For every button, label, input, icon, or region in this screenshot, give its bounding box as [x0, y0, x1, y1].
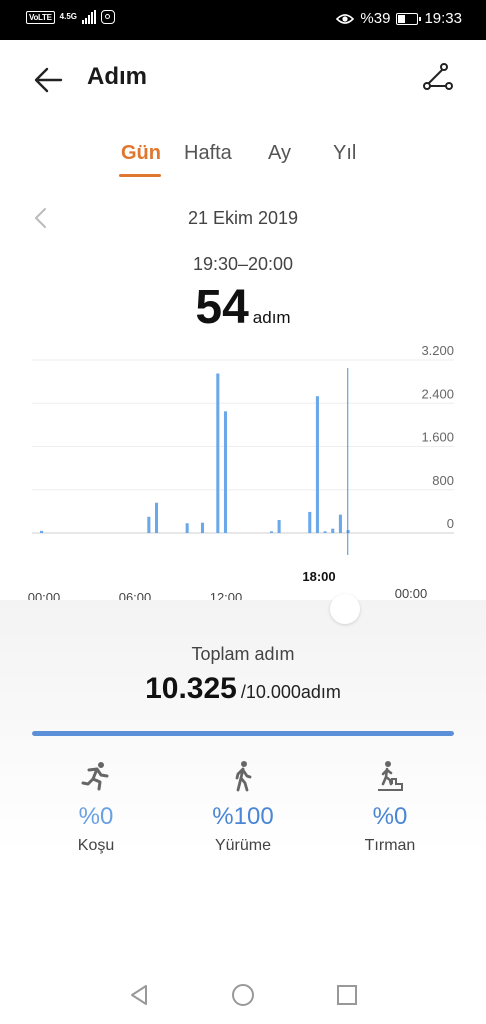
- route-icon: [423, 63, 453, 90]
- steps-goal: /10.000adım: [240, 682, 341, 702]
- clock: 19:33: [424, 10, 462, 27]
- y-tick-label: 0: [447, 516, 454, 531]
- climbing-icon: [378, 761, 403, 791]
- chart-bar: [331, 528, 335, 533]
- battery-percent: %39: [360, 10, 391, 27]
- active-tab-indicator: [119, 174, 161, 177]
- status-right: %39 19:33: [336, 10, 462, 27]
- back-arrow-icon: [34, 67, 63, 93]
- chart-scrubber-handle[interactable]: [330, 594, 360, 624]
- steps-chart-svg[interactable]: 3.2002.4001.600800000:00 06:00 12:0018:000…: [0, 340, 486, 620]
- climbing-percent: %0: [372, 803, 408, 830]
- total-steps-label: Toplam adım: [191, 644, 295, 664]
- recents-nav-icon: [337, 985, 357, 1005]
- nav-back-button[interactable]: [126, 982, 152, 1008]
- chart-bar: [216, 373, 220, 533]
- selected-unit: adım: [252, 308, 291, 327]
- walking-percent: %100: [212, 803, 274, 830]
- system-nav-bar: [0, 966, 486, 1024]
- period-tabs: Gün Hafta Ay Yıl: [0, 140, 486, 180]
- chart-bar: [223, 411, 228, 533]
- steps-chart[interactable]: 3.200 2.400 1.600 800 0 00:00 06:00 12:00 18:00 0…: [0, 340, 486, 620]
- chart-bar: [269, 531, 273, 533]
- running-percent: %0: [78, 803, 114, 830]
- status-left: VoLTE 4.5G: [26, 10, 115, 24]
- selected-time-range: 19:30–20:00: [192, 254, 294, 274]
- tab-day[interactable]: Gün: [121, 142, 161, 165]
- y-tick-label: 3.200: [421, 343, 454, 358]
- running-label: Koşu: [77, 837, 115, 854]
- x-tick-label-highlight: 18:00: [302, 569, 335, 584]
- chart-bar: [185, 523, 189, 533]
- chart-bar: [315, 396, 319, 533]
- activity-running[interactable]: %0 Koşu: [26, 760, 166, 855]
- walking-icon: [235, 761, 252, 792]
- chart-bar: [154, 502, 159, 533]
- activity-walking[interactable]: %100 Yürüme: [173, 760, 313, 855]
- y-tick-label: 800: [432, 473, 454, 488]
- back-button[interactable]: [30, 62, 66, 98]
- home-nav-icon: [232, 984, 254, 1006]
- battery-icon: [396, 12, 422, 25]
- tab-year[interactable]: Yıl: [333, 142, 356, 165]
- goal-progress-bar: [32, 731, 454, 736]
- eye-icon: [336, 13, 355, 24]
- selected-steps: 54: [195, 281, 249, 334]
- x-tick-label: 00:00: [395, 586, 428, 601]
- chart-bar: [40, 530, 44, 533]
- tab-week[interactable]: Hafta: [184, 142, 232, 165]
- total-steps-row: 10.325/10.000adım: [0, 672, 486, 706]
- chart-bar: [308, 511, 312, 533]
- y-tick-label: 1.600: [421, 430, 454, 445]
- instagram-icon: [101, 10, 115, 24]
- tab-month[interactable]: Ay: [268, 142, 291, 165]
- current-date: 21 Ekim 2019: [187, 208, 299, 228]
- chart-bar: [323, 531, 327, 533]
- nav-recents-button[interactable]: [334, 982, 360, 1008]
- network-type: 4.5G: [59, 12, 77, 21]
- climbing-label: Tırman: [364, 837, 416, 854]
- walking-label: Yürüme: [214, 837, 272, 854]
- selected-value: 54 adım: [0, 280, 486, 335]
- running-icon: [81, 762, 109, 791]
- activity-climbing[interactable]: %0 Tırman: [320, 760, 460, 855]
- nav-home-button[interactable]: [230, 982, 256, 1008]
- status-bar: VoLTE 4.5G %39 19:33: [0, 0, 486, 40]
- volte-indicator: VoLTE: [26, 10, 55, 24]
- goal-progress-fill: [32, 731, 454, 736]
- chart-bar: [338, 514, 342, 533]
- route-button[interactable]: [422, 62, 454, 94]
- page-title: Adım: [87, 63, 147, 90]
- back-nav-icon: [131, 985, 147, 1005]
- chart-bar: [200, 522, 205, 533]
- chart-bar: [277, 520, 281, 533]
- total-steps-value: 10.325: [145, 672, 237, 705]
- chart-bar: [147, 516, 151, 533]
- y-tick-label: 2.400: [421, 386, 454, 401]
- signal-icon: [82, 10, 96, 24]
